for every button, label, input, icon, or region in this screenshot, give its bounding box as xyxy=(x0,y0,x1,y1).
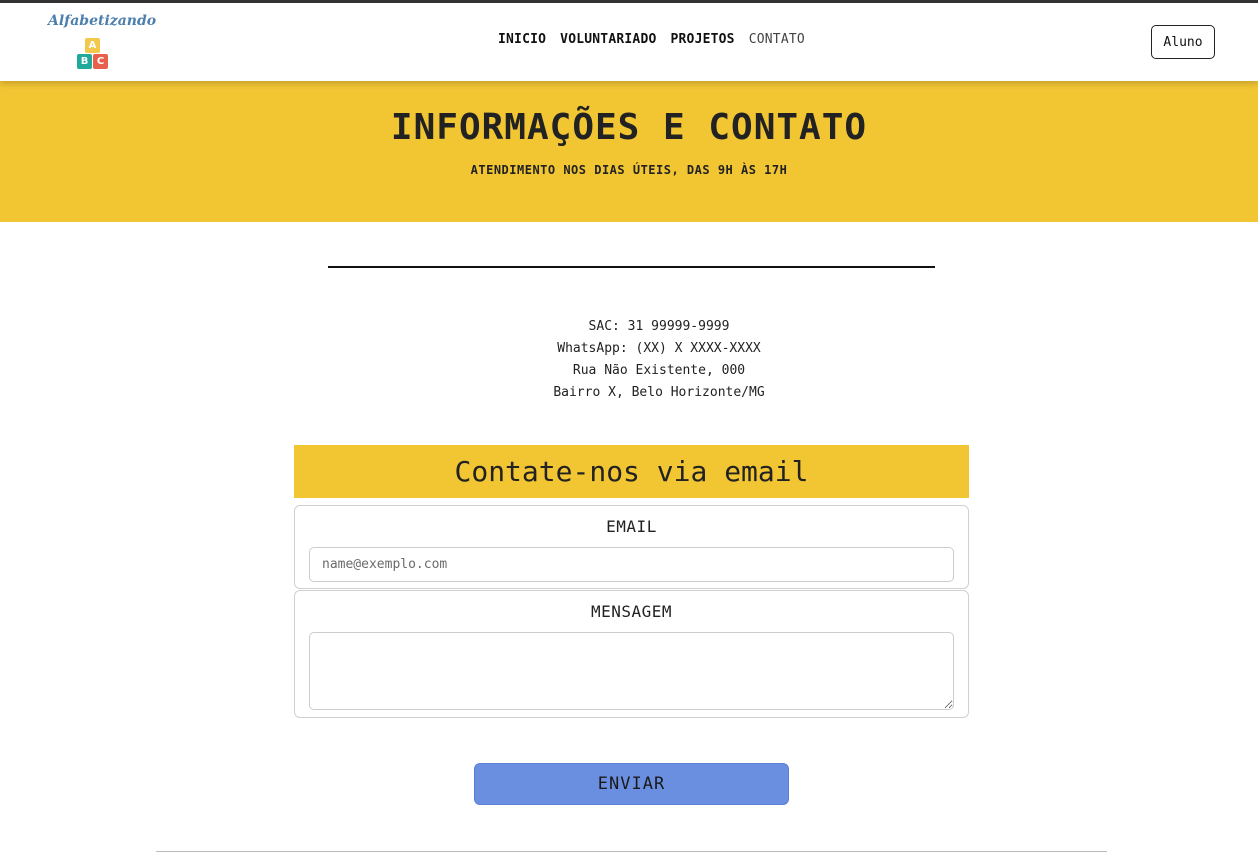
submit-button[interactable]: ENVIAR xyxy=(474,763,789,805)
email-label: EMAIL xyxy=(606,517,657,536)
aluno-button[interactable]: Aluno xyxy=(1151,25,1215,59)
message-group: MENSAGEM xyxy=(294,590,969,718)
email-group: EMAIL xyxy=(294,505,969,589)
footer-divider xyxy=(156,851,1107,852)
logo-block-c: C xyxy=(93,54,108,69)
page-title: INFORMAÇÕES E CONTATO xyxy=(390,107,868,148)
section-divider xyxy=(328,266,935,268)
contact-city: Bairro X, Belo Horizonte/MG xyxy=(553,385,765,400)
nav-link-inicio[interactable]: INICIO xyxy=(498,32,546,47)
main-nav: INICIO VOLUNTARIADO PROJETOS CONTATO xyxy=(498,32,805,47)
contact-whatsapp: WhatsApp: (XX) X XXXX-XXXX xyxy=(557,341,761,356)
nav-link-voluntariado[interactable]: VOLUNTARIADO xyxy=(560,32,656,47)
nav-link-projetos[interactable]: PROJETOS xyxy=(671,32,735,47)
logo-text: Alfabetizando xyxy=(48,13,157,29)
message-label: MENSAGEM xyxy=(590,602,673,621)
page-subtitle: ATENDIMENTO NOS DIAS ÚTEIS, DAS 9H ÀS 17… xyxy=(470,163,788,177)
logo-block-a: A xyxy=(85,38,100,53)
form-title: Contate-nos via email xyxy=(294,445,969,498)
email-input[interactable] xyxy=(309,547,954,582)
contact-info: SAC: 31 99999-9999 WhatsApp: (XX) X XXXX… xyxy=(0,316,1258,404)
hero-banner: INFORMAÇÕES E CONTATO ATENDIMENTO NOS DI… xyxy=(0,81,1258,222)
navbar: Alfabetizando A B C INICIO VOLUNTARIADO … xyxy=(0,3,1258,81)
nav-link-contato[interactable]: CONTATO xyxy=(749,32,805,47)
contact-address: Rua Não Existente, 000 xyxy=(572,363,746,378)
logo-block-b: B xyxy=(77,54,92,69)
message-textarea[interactable] xyxy=(309,632,954,710)
contact-sac: SAC: 31 99999-9999 xyxy=(588,319,730,334)
logo[interactable]: Alfabetizando A B C xyxy=(46,13,156,73)
